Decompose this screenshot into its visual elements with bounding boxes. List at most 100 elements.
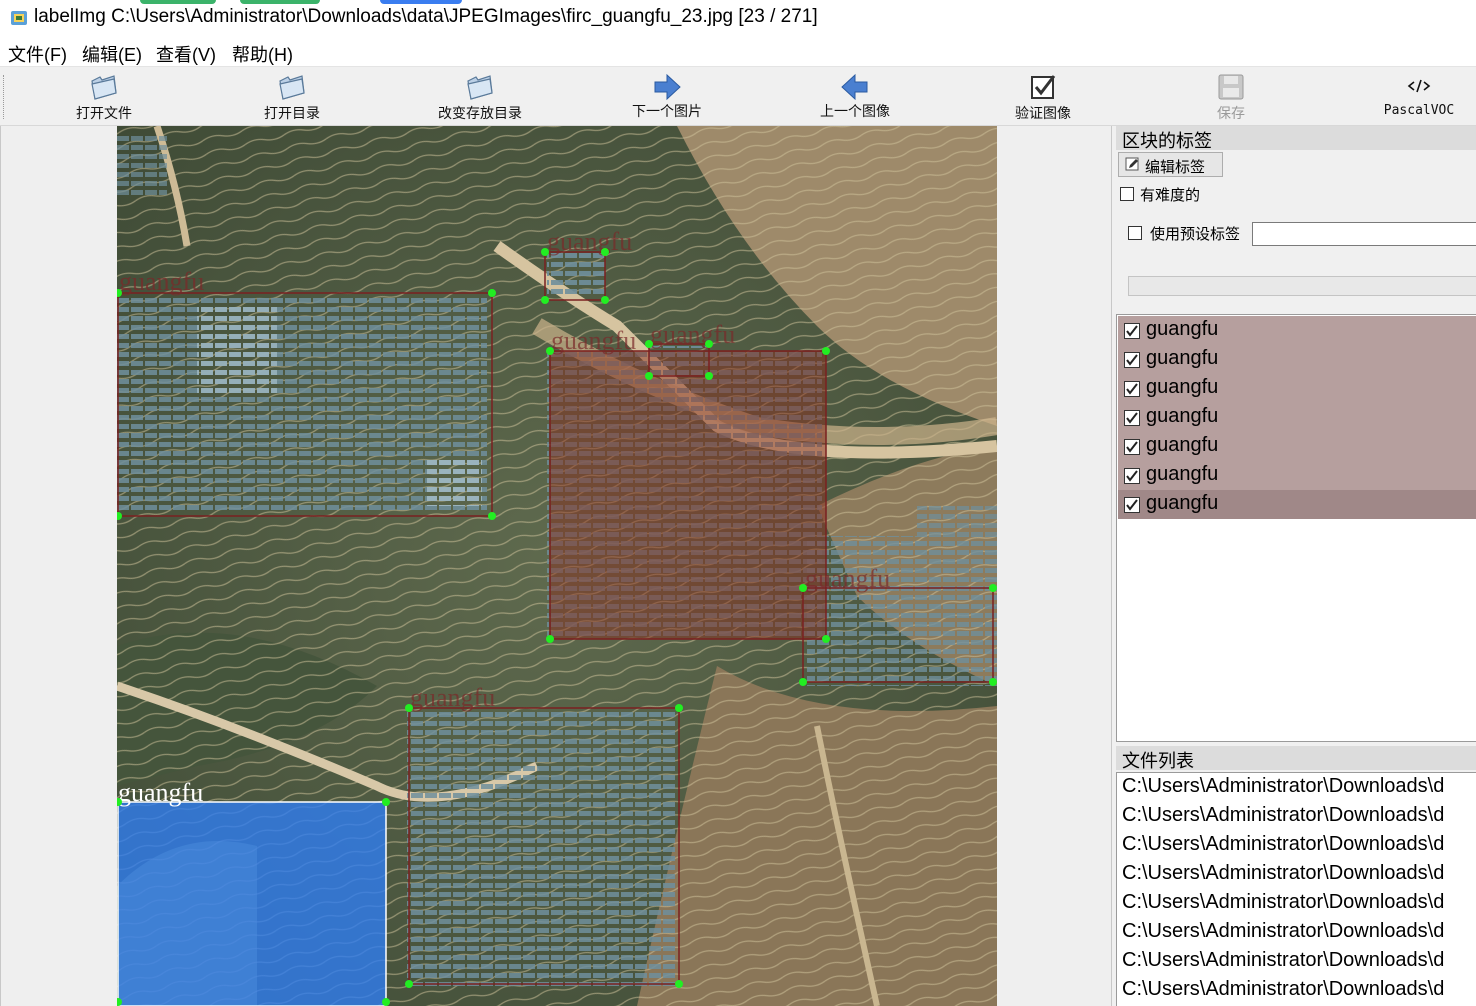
- label-item-text: guangfu: [1146, 347, 1219, 369]
- label-list-item[interactable]: guangfu: [1118, 374, 1476, 403]
- box-label-text: guangfu: [547, 227, 632, 256]
- check-icon: [1126, 499, 1138, 511]
- save-label: 保存: [1217, 105, 1245, 121]
- file-list-item[interactable]: C:\Users\Administrator\Downloads\d: [1122, 804, 1444, 827]
- label-list-item[interactable]: guangfu: [1118, 316, 1476, 345]
- file-list[interactable]: C:\Users\Administrator\Downloads\d C:\Us…: [1116, 772, 1476, 1006]
- aerial-photo: guangfu guangfu guangfu guangfu guangfu …: [117, 126, 997, 1006]
- taskbar-accent: [240, 0, 320, 4]
- format-toggle-button[interactable]: PascalVOC: [1349, 69, 1476, 125]
- menu-file[interactable]: 文件(F): [8, 41, 67, 67]
- check-icon: [1126, 383, 1138, 395]
- folder-icon: [91, 75, 117, 100]
- label-visible-checkbox[interactable]: [1124, 497, 1140, 513]
- next-image-label: 下一个图片: [632, 103, 702, 119]
- open-dir-button[interactable]: 打开目录: [222, 69, 362, 125]
- use-default-label-text: 使用预设标签: [1150, 226, 1241, 243]
- label-item-text: guangfu: [1146, 463, 1219, 485]
- title-bar: labelImg C:\Users\Administrator\Download…: [0, 0, 1476, 36]
- file-list-item[interactable]: C:\Users\Administrator\Downloads\d: [1122, 978, 1444, 1001]
- next-image-button[interactable]: 下一个图片: [597, 69, 737, 125]
- menu-help[interactable]: 帮助(H): [232, 41, 293, 67]
- arrow-left-icon: [841, 73, 868, 101]
- label-item-text: guangfu: [1146, 492, 1219, 514]
- label-list-item[interactable]: guangfu: [1118, 403, 1476, 432]
- difficult-label: 有难度的: [1140, 187, 1201, 204]
- label-visible-checkbox[interactable]: [1124, 323, 1140, 339]
- open-dir-label: 打开目录: [264, 105, 320, 121]
- prev-image-label: 上一个图像: [820, 103, 890, 119]
- annotation-box-selected[interactable]: guangfu: [117, 778, 390, 1006]
- use-default-label-checkbox[interactable]: [1128, 226, 1142, 240]
- image-canvas[interactable]: guangfu guangfu guangfu guangfu guangfu …: [117, 126, 997, 1006]
- label-combo-box[interactable]: [1128, 276, 1476, 296]
- file-list-item[interactable]: C:\Users\Administrator\Downloads\d: [1122, 949, 1444, 972]
- file-list-item[interactable]: C:\Users\Administrator\Downloads\d: [1122, 862, 1444, 885]
- check-icon: [1126, 412, 1138, 424]
- label-list-item[interactable]: guangfu: [1118, 461, 1476, 490]
- box-label-text: guangfu: [650, 320, 735, 349]
- pencil-icon: [1125, 157, 1139, 171]
- box-label-text: guangfu: [119, 267, 204, 296]
- annotation-box-highlighted[interactable]: guangfu: [546, 326, 830, 643]
- menu-bar: 文件(F) 编辑(E) 查看(V) 帮助(H): [0, 36, 1476, 66]
- box-labels-title: 区块的标签: [1116, 126, 1476, 151]
- label-item-text: guangfu: [1146, 405, 1219, 427]
- file-list-item[interactable]: C:\Users\Administrator\Downloads\d: [1122, 775, 1444, 798]
- window-title: labelImg C:\Users\Administrator\Download…: [34, 6, 818, 27]
- verify-image-button[interactable]: 验证图像: [973, 69, 1113, 125]
- label-list-item[interactable]: guangfu: [1118, 432, 1476, 461]
- taskbar-accent: [140, 0, 216, 4]
- prev-image-button[interactable]: 上一个图像: [785, 69, 925, 125]
- label-visible-checkbox[interactable]: [1124, 468, 1140, 484]
- label-list-item-selected[interactable]: guangfu: [1118, 490, 1476, 519]
- label-item-text: guangfu: [1146, 318, 1219, 340]
- file-list-title: 文件列表: [1116, 746, 1476, 771]
- canvas-area[interactable]: guangfu guangfu guangfu guangfu guangfu …: [0, 126, 1112, 1006]
- open-file-button[interactable]: 打开文件: [34, 69, 174, 125]
- folder-icon: [467, 75, 493, 100]
- box-label-text: guangfu: [551, 326, 636, 355]
- taskbar-accent: [380, 0, 462, 4]
- toolbar-grip[interactable]: [3, 75, 6, 119]
- label-item-text: guangfu: [1146, 376, 1219, 398]
- file-list-item[interactable]: C:\Users\Administrator\Downloads\d: [1122, 891, 1444, 914]
- check-icon: [1126, 325, 1138, 337]
- file-list-item[interactable]: C:\Users\Administrator\Downloads\d: [1122, 833, 1444, 856]
- box-label-text: guangfu: [410, 683, 495, 712]
- label-visible-checkbox[interactable]: [1124, 352, 1140, 368]
- folder-icon: [279, 75, 305, 100]
- box-label-text: guangfu: [118, 778, 203, 807]
- app-icon: [11, 11, 27, 25]
- edit-label-button[interactable]: 编辑标签: [1118, 152, 1223, 177]
- label-list[interactable]: guangfu guangfu guangfu guangfu guangfu …: [1116, 314, 1476, 742]
- label-visible-checkbox[interactable]: [1124, 381, 1140, 397]
- file-list-item[interactable]: C:\Users\Administrator\Downloads\d: [1122, 920, 1444, 943]
- menu-edit[interactable]: 编辑(E): [82, 41, 142, 67]
- right-dock: 区块的标签 编辑标签 有难度的 使用预设标签 guangfu guangfu g…: [1116, 126, 1476, 1006]
- change-save-dir-button[interactable]: 改变存放目录: [410, 69, 550, 125]
- checkbox-check-icon: [1031, 75, 1056, 99]
- edit-label-text: 编辑标签: [1145, 159, 1206, 176]
- format-label: PascalVOC: [1383, 103, 1455, 118]
- open-file-label: 打开文件: [76, 105, 132, 121]
- menu-view[interactable]: 查看(V): [156, 41, 216, 67]
- label-item-text: guangfu: [1146, 434, 1219, 456]
- default-label-input[interactable]: [1252, 222, 1476, 246]
- label-list-item[interactable]: guangfu: [1118, 345, 1476, 374]
- save-button[interactable]: 保存: [1161, 69, 1301, 125]
- toolbar: 打开文件 打开目录 改变存放目录 下一个图片 上一个图像 验证图像 保存 Pas…: [0, 66, 1476, 126]
- code-tag-icon: [1407, 79, 1431, 93]
- difficult-checkbox[interactable]: [1120, 187, 1134, 201]
- box-label-text: guangfu: [805, 564, 890, 593]
- verify-image-label: 验证图像: [1015, 105, 1071, 121]
- check-icon: [1126, 354, 1138, 366]
- check-icon: [1126, 441, 1138, 453]
- floppy-disk-icon: [1218, 74, 1244, 100]
- labelimg-window: labelImg C:\Users\Administrator\Download…: [0, 0, 1476, 1006]
- label-visible-checkbox[interactable]: [1124, 439, 1140, 455]
- arrow-right-icon: [654, 73, 681, 101]
- check-icon: [1126, 470, 1138, 482]
- change-save-dir-label: 改变存放目录: [438, 105, 522, 121]
- label-visible-checkbox[interactable]: [1124, 410, 1140, 426]
